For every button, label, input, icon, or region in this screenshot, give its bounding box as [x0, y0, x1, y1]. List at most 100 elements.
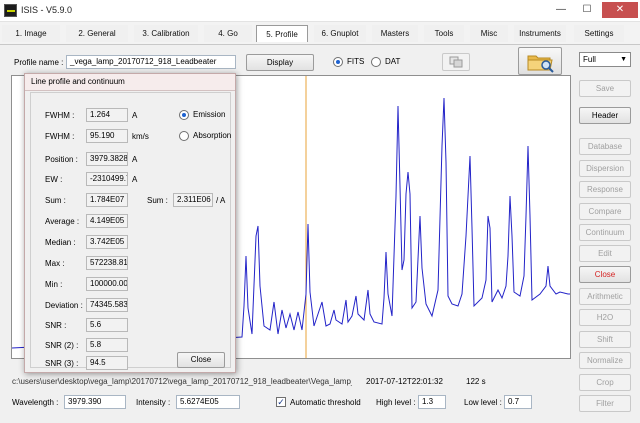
min-value: 100000.00 — [86, 277, 128, 291]
tab-misc[interactable]: Misc — [470, 25, 508, 42]
ew-label: EW : — [45, 175, 63, 184]
intensity-field[interactable]: 5.6274E05 — [176, 395, 240, 409]
minimize-icon[interactable]: — — [548, 2, 574, 18]
deviation-value: 74345.583 — [86, 298, 128, 312]
fwhm-kms-unit: km/s — [132, 132, 149, 141]
snr-label: SNR : — [45, 321, 67, 330]
position-value: 3979.3828 — [86, 152, 128, 166]
automatic-threshold-checkbox[interactable]: ✓ — [276, 397, 286, 407]
fwhm-unit: A — [132, 111, 138, 120]
zoom-select-value: Full — [583, 55, 596, 64]
absorption-label: Absorption — [193, 131, 232, 140]
tab-instruments[interactable]: Instruments — [514, 25, 566, 42]
high-level-input[interactable]: 1.3 — [418, 395, 446, 409]
emission-radio[interactable] — [179, 110, 189, 120]
normalize-button[interactable]: Normalize — [579, 352, 631, 369]
sum-label: Sum : — [45, 196, 66, 205]
sum-per-angstrom-unit: / A — [216, 196, 226, 205]
tab-go[interactable]: 4. Go — [204, 25, 252, 42]
position-unit: A — [132, 155, 138, 164]
dat-label: DAT — [385, 57, 401, 66]
folder-search-icon — [527, 55, 554, 73]
shift-button[interactable]: Shift — [579, 331, 631, 348]
app-icon[interactable] — [4, 4, 17, 17]
dat-radio[interactable] — [371, 57, 381, 67]
copy-button[interactable] — [442, 53, 470, 71]
display-button[interactable]: Display — [246, 54, 314, 71]
h2o-button[interactable]: H2O — [579, 309, 631, 326]
zoom-select[interactable]: Full ▼ — [579, 52, 631, 67]
wavelength-field[interactable]: 3979.390 — [64, 395, 126, 409]
low-level-label: Low level : — [464, 398, 502, 407]
arithmetic-button[interactable]: Arithmetic — [579, 288, 631, 305]
sum-value: 1.784E07 — [86, 193, 128, 207]
save-button[interactable]: Save — [579, 80, 631, 97]
header-button[interactable]: Header — [579, 107, 631, 124]
high-level-label: High level : — [376, 398, 416, 407]
snr-value: 5.6 — [86, 318, 128, 332]
tab-bar: 1. Image 2. General 3. Calibration 4. Go… — [0, 22, 640, 44]
tab-tools[interactable]: Tools — [424, 25, 464, 42]
tab-masters[interactable]: Masters — [372, 25, 418, 42]
snr3-value: 94.5 — [86, 356, 128, 370]
close-icon[interactable]: ✕ — [602, 2, 638, 18]
window-title: ISIS - V5.9.0 — [21, 5, 73, 15]
automatic-threshold-label: Automatic threshold — [290, 398, 361, 407]
absorption-radio[interactable] — [179, 131, 189, 141]
copy-icon — [449, 56, 463, 68]
compare-button[interactable]: Compare — [579, 203, 631, 220]
fwhm-label: FWHM : — [45, 111, 75, 120]
crop-button[interactable]: Crop — [579, 374, 631, 391]
tab-profile[interactable]: 5. Profile — [256, 25, 308, 42]
max-label: Max : — [45, 259, 65, 268]
line-profile-dialog: Line profile and continuum FWHM : 1.264 … — [24, 73, 236, 373]
exposure-time: 122 s — [466, 377, 486, 386]
average-value: 4.149E05 — [86, 214, 128, 228]
fwhm-kms-value: 95.190 — [86, 129, 128, 143]
fits-label: FITS — [347, 57, 365, 66]
wavelength-label: Wavelength : — [12, 398, 59, 407]
position-label: Position : — [45, 155, 78, 164]
edit-button[interactable]: Edit — [579, 245, 631, 262]
median-label: Median : — [45, 238, 76, 247]
fwhm-value: 1.264 — [86, 108, 128, 122]
tab-gnuplot[interactable]: 6. Gnuplot — [314, 25, 366, 42]
emission-label: Emission — [193, 110, 226, 119]
sum-per-angstrom-value: 2.311E06 — [173, 193, 213, 207]
file-date: 2017-07-12T22:01:32 — [366, 377, 443, 386]
dialog-close-button[interactable]: Close — [177, 352, 225, 368]
tab-image[interactable]: 1. Image — [2, 25, 60, 42]
sum-per-angstrom-label: Sum : — [147, 196, 168, 205]
title-bar: ISIS - V5.9.0 — ☐ ✕ — [0, 0, 640, 22]
min-label: Min : — [45, 280, 63, 289]
open-folder-button[interactable] — [518, 47, 562, 75]
tab-settings[interactable]: Settings — [574, 25, 624, 42]
tab-general[interactable]: 2. General — [66, 25, 128, 42]
ew-value: -2310499.7 — [86, 172, 128, 186]
continuum-button[interactable]: Continuum — [579, 224, 631, 241]
snr2-label: SNR (2) : — [45, 341, 79, 350]
chevron-down-icon: ▼ — [620, 56, 627, 63]
profile-name-input[interactable]: _vega_lamp_20170712_918_Leadbeater — [66, 55, 236, 69]
maximize-icon[interactable]: ☐ — [574, 2, 600, 18]
dialog-body: FWHM : 1.264 A FWHM : 95.190 km/s Emissi… — [30, 92, 232, 370]
close-profile-button[interactable]: Close — [579, 266, 631, 283]
ew-unit: A — [132, 175, 138, 184]
median-value: 3.742E05 — [86, 235, 128, 249]
average-label: Average : — [45, 217, 80, 226]
filter-button[interactable]: Filter — [579, 395, 631, 412]
deviation-label: Deviation : — [45, 301, 83, 310]
dialog-title: Line profile and continuum — [31, 77, 125, 86]
max-value: 572238.81 — [86, 256, 128, 270]
dialog-title-bar: Line profile and continuum — [25, 74, 235, 91]
intensity-label: Intensity : — [136, 398, 171, 407]
snr3-label: SNR (3) : — [45, 359, 79, 368]
fits-radio[interactable] — [333, 57, 343, 67]
low-level-input[interactable]: 0.7 — [504, 395, 532, 409]
snr2-value: 5.8 — [86, 338, 128, 352]
tab-calibration[interactable]: 3. Calibration — [134, 25, 198, 42]
fwhm-kms-label: FWHM : — [45, 132, 75, 141]
database-button[interactable]: Database — [579, 138, 631, 155]
response-button[interactable]: Response — [579, 181, 631, 198]
dispersion-button[interactable]: Dispersion — [579, 160, 631, 177]
